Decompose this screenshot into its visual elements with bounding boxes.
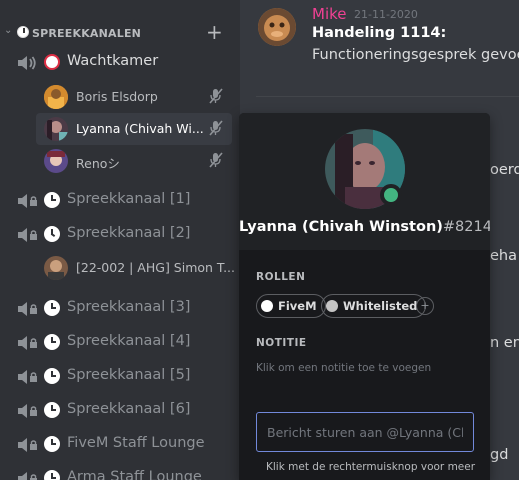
message-author[interactable]: Mike [312,5,347,23]
voice-user-name: Renoシ [76,156,120,171]
channel-label: Spreekkanaal [1] [67,191,191,207]
channel-label: Spreekkanaal [3] [67,299,191,315]
speaker-locked-icon [18,336,37,350]
role-color-dot[interactable] [261,300,273,312]
voice-user-lyanna[interactable]: Lyanna (Chivah Wi... [36,113,232,145]
message-timestamp: 21-11-2020 [354,8,418,21]
avatar [44,149,68,173]
role-color-dot[interactable] [326,300,338,312]
popout-header: Lyanna (Chivah Winston)#8214 [239,113,490,250]
muted-mic-icon [209,88,223,104]
avatar[interactable] [258,8,296,46]
category-spreekkanalen[interactable]: ⌄ SPREEKKANALEN + [0,22,240,44]
speaker-locked-icon [18,472,37,480]
message-fragment: oerd [490,162,519,178]
voice-user-name: Lyanna (Chivah Wi... [76,121,204,136]
channel-spreekkanaal-1[interactable]: Spreekkanaal [1] [0,186,240,216]
profile-username: Lyanna (Chivah Winston) [239,219,443,235]
avatar [44,117,68,141]
message-fragment: eha [490,248,517,264]
channel-arma-staff-lounge[interactable]: Arma Staff Lounge [0,464,240,480]
voice-user-boris[interactable]: Boris Elsdorp [36,81,232,113]
clock-icon [44,470,60,480]
speaker-locked-icon [18,404,37,418]
message-fragment: n en [490,335,519,351]
message-divider [256,96,519,97]
muted-mic-icon [209,120,223,136]
channel-label: Arma Staff Lounge [67,469,202,480]
message-title: Handeling 1114: [312,25,447,41]
speaker-locked-icon [18,370,37,384]
speaker-icon [18,56,36,70]
channel-label: FiveM Staff Lounge [67,435,205,451]
direct-message-input[interactable] [256,412,474,452]
channel-wachtkamer[interactable]: Wachtkamer [0,48,240,78]
message-body: Functioneringsgesprek gevoerd [312,47,519,63]
channel-spreekkanaal-5[interactable]: Spreekkanaal [5] [0,362,240,392]
speaker-locked-icon [18,228,37,242]
channel-label: Spreekkanaal [6] [67,401,191,417]
online-status-indicator [380,184,402,206]
role-label: FiveM [278,299,317,313]
popout-footer-hint: Klik met de rechtermuisknop voor meer [266,461,476,473]
discord-window: ⌄ SPREEKKANALEN + Wachtkamer Boris Elsdo… [0,0,519,480]
roles-heading: ROLLEN [256,271,306,283]
note-field[interactable]: Klik om een notitie toe te voegen [256,362,431,374]
channel-label: Spreekkanaal [5] [67,367,191,383]
profile-name: Lyanna (Chivah Winston)#8214 [239,219,490,235]
channel-spreekkanaal-2[interactable]: Spreekkanaal [2] [0,220,240,250]
role-label: Whitelisted [343,299,418,313]
user-profile-popout: Lyanna (Chivah Winston)#8214 ROLLEN Five… [239,113,490,480]
category-label: SPREEKKANALEN [32,27,142,40]
voice-user-name: [22-002 | AHG] Simon T... [76,260,235,275]
channel-spreekkanaal-4[interactable]: Spreekkanaal [4] [0,328,240,358]
note-heading: NOTITIE [256,337,307,349]
voice-user-simon[interactable]: [22-002 | AHG] Simon T... [36,252,240,284]
clock-icon [44,368,60,384]
channel-spreekkanaal-6[interactable]: Spreekkanaal [6] [0,396,240,426]
avatar [44,85,68,109]
channel-label: Wachtkamer [67,53,159,69]
chevron-down-icon: ⌄ [4,25,13,36]
add-role-button[interactable]: + [416,297,434,315]
voice-user-reno[interactable]: Renoシ [36,145,232,177]
add-channel-icon[interactable]: + [206,22,223,42]
channel-sidebar: ⌄ SPREEKKANALEN + Wachtkamer Boris Elsdo… [0,0,240,480]
channel-fivem-staff-lounge[interactable]: FiveM Staff Lounge [0,430,240,460]
avatar [44,256,68,280]
speaker-locked-icon [18,302,37,316]
speaker-locked-icon [18,438,37,452]
clock-icon [44,402,60,418]
alarm-clock-icon [44,54,60,70]
speaker-locked-icon [18,194,37,208]
profile-discriminator: #8214 [442,219,490,235]
voice-user-name: Boris Elsdorp [76,89,158,104]
muted-mic-icon [209,152,223,168]
clock-icon [44,192,60,208]
clock-icon [17,26,29,38]
clock-icon [44,300,60,316]
message-fragment: gd [490,447,509,463]
channel-label: Spreekkanaal [2] [67,225,191,241]
channel-spreekkanaal-3[interactable]: Spreekkanaal [3] [0,294,240,324]
role-pill-fivem[interactable]: FiveM [256,294,326,318]
clock-icon [44,226,60,242]
clock-icon [44,436,60,452]
role-pill-whitelisted[interactable]: Whitelisted [321,294,427,318]
channel-label: Spreekkanaal [4] [67,333,191,349]
clock-icon [44,334,60,350]
